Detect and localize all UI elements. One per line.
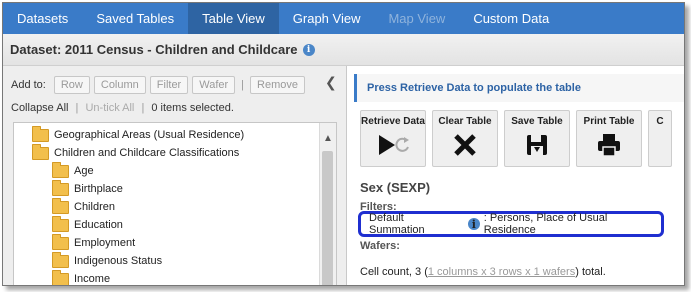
tree-item-label: Children and Childcare Classifications [54,147,240,159]
tree-item-label: Children [74,201,115,213]
tab-table-view[interactable]: Table View [188,3,279,34]
variable-tree: Geographical Areas (Usual Residence) Chi… [13,122,337,285]
chart-button-label: C [656,116,664,127]
wafers-label: Wafers: [360,240,400,252]
items-selected-count: 0 items selected. [151,102,234,114]
folder-icon [52,179,69,196]
tab-custom-data[interactable]: Custom Data [459,3,563,34]
info-icon[interactable]: i [302,43,315,56]
print-icon [598,134,620,157]
folder-icon [52,269,69,285]
add-row-button[interactable]: Row [53,76,90,94]
variable-title: Sex (SEXP) [360,180,431,195]
dataset-header: Dataset: 2011 Census - Children and Chil… [3,34,684,66]
chevron-left-icon[interactable]: ❮ [325,74,337,91]
print-table-button[interactable]: Print Table [576,110,642,167]
retrieve-data-label: Retrieve Data [361,116,425,127]
save-table-button[interactable]: Save Table [504,110,570,167]
add-to-separator: | [241,79,245,91]
tab-datasets[interactable]: Datasets [3,3,82,34]
tree-item-label: Employment [74,237,136,249]
dataset-title: Dataset: 2011 Census - Children and Chil… [10,42,298,57]
add-to-label: Add to: [11,79,46,91]
cell-count-link[interactable]: 1 columns x 3 rows x 1 wafers [428,266,575,278]
cell-count-prefix: Cell count, 3 ( [360,266,428,278]
play-icon [379,135,409,155]
variable-panel: Add to: Row Column Filter Wafer | Remove… [3,66,347,285]
chart-button-partial[interactable]: C [648,110,672,167]
tree-item-label: Education [74,219,123,231]
close-icon [454,134,476,156]
filter-name: Default Summation [369,212,425,236]
scrollbar-thumb[interactable] [322,151,333,285]
retrieve-data-button[interactable]: Retrieve Data [360,110,426,167]
folder-icon [32,143,49,160]
notice-text: Press Retrieve Data to populate the tabl… [367,82,581,94]
tree-item-education[interactable]: Education [52,215,123,234]
folder-icon [32,125,49,142]
tree-item-indigenous-status[interactable]: Indigenous Status [52,251,163,270]
table-toolbar: Retrieve Data Clear Table Save Table Pri… [360,110,678,167]
remove-button[interactable]: Remove [250,76,305,94]
chevron-up-icon[interactable]: ▲ [323,133,333,144]
tree-item-label: Geographical Areas (Usual Residence) [54,129,245,141]
tab-map-view: Map View [388,11,446,26]
untick-all-link[interactable]: Un-tick All [85,102,134,114]
tree-item-label: Birthplace [74,183,123,195]
tree-item-income[interactable]: Income [52,269,111,285]
tree-item-birthplace[interactable]: Birthplace [52,179,123,198]
retrieve-notice: Press Retrieve Data to populate the tabl… [354,74,684,102]
cell-count-suffix: ) total. [575,266,606,278]
selection-separator-2: | [141,102,145,114]
folder-icon [52,233,69,250]
tree-scrollbar[interactable]: ▲ [319,123,336,285]
folder-icon [52,215,69,232]
tree-item-children-childcare[interactable]: Children and Childcare Classifications [32,143,240,162]
selection-separator-1: | [75,102,79,114]
folder-icon [52,251,69,268]
tree-item-label: Indigenous Status [74,255,163,267]
collapse-all-link[interactable]: Collapse All [11,102,68,114]
add-filter-button[interactable]: Filter [149,76,189,94]
table-panel: Press Retrieve Data to populate the tabl… [348,66,684,285]
info-icon[interactable]: i [467,218,480,231]
tree-item-employment[interactable]: Employment [52,233,136,252]
clear-table-button[interactable]: Clear Table [432,110,498,167]
top-nav: Datasets Saved Tables Table View Graph V… [3,3,684,34]
tree-item-label: Income [74,273,111,285]
cell-count: Cell count, 3 (1 columns x 3 rows x 1 wa… [360,266,606,278]
tab-saved-tables[interactable]: Saved Tables [82,3,188,34]
save-table-label: Save Table [511,116,563,127]
clear-table-label: Clear Table [438,116,492,127]
tree-item-geographical-areas[interactable]: Geographical Areas (Usual Residence) [32,125,245,144]
refresh-icon [395,137,409,152]
add-column-button[interactable]: Column [93,76,146,94]
add-wafer-button[interactable]: Wafer [192,76,236,94]
print-table-label: Print Table [583,116,635,127]
filter-summary[interactable]: Default Summation i : Persons, Place of … [358,211,664,237]
tree-item-age[interactable]: Age [52,161,94,180]
filter-value: : Persons, Place of Usual Residence [483,212,608,236]
app-window: Datasets Saved Tables Table View Graph V… [2,2,685,286]
selection-bar: Collapse All | Un-tick All | 0 items sel… [11,102,234,114]
tab-graph-view[interactable]: Graph View [279,3,375,34]
save-icon [527,135,547,155]
tree-item-label: Age [74,165,94,177]
tree-item-children[interactable]: Children [52,197,115,216]
folder-icon [52,161,69,178]
add-to-bar: Add to: Row Column Filter Wafer | Remove [11,76,309,94]
folder-icon [52,197,69,214]
